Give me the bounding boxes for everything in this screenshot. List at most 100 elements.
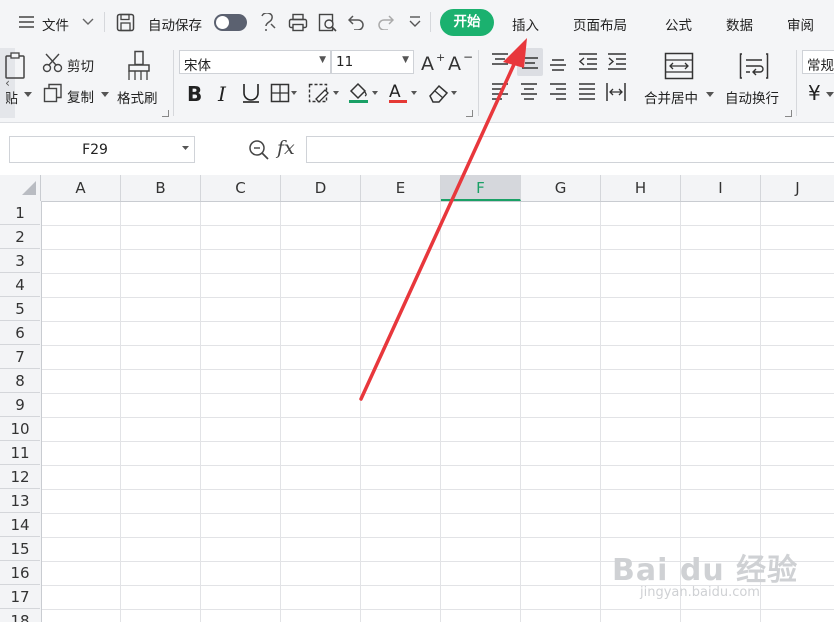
hamburger-menu-icon[interactable] xyxy=(18,15,35,29)
font-dialog-launcher[interactable] xyxy=(466,110,473,117)
currency-format-button[interactable]: ¥ xyxy=(808,81,821,105)
clipboard-dialog-launcher[interactable] xyxy=(162,110,169,117)
row-header[interactable]: 5 xyxy=(0,297,40,321)
tab-formulas[interactable]: 公式 xyxy=(665,14,692,34)
row-header[interactable]: 9 xyxy=(0,393,40,417)
cell-reference: F29 xyxy=(82,142,108,158)
increase-font-size-icon[interactable]: A + xyxy=(421,52,445,72)
row-header[interactable]: 1 xyxy=(0,201,40,225)
decrease-font-size-icon[interactable]: A − xyxy=(448,52,472,72)
wrap-text-icon[interactable] xyxy=(739,52,769,80)
zoom-search-icon[interactable] xyxy=(248,139,270,161)
paste-icon[interactable] xyxy=(0,50,28,80)
redo-icon[interactable] xyxy=(376,14,394,30)
align-middle-button[interactable] xyxy=(517,48,543,76)
tab-review[interactable]: 审阅 xyxy=(787,14,814,34)
align-center-icon[interactable] xyxy=(519,82,539,102)
cell-style-icon[interactable] xyxy=(308,83,342,103)
clear-format-icon[interactable] xyxy=(427,82,461,104)
increase-indent-icon[interactable] xyxy=(606,52,628,72)
tab-page-layout[interactable]: 页面布局 xyxy=(573,14,627,34)
file-menu[interactable]: 文件 xyxy=(42,14,69,34)
align-left-icon[interactable] xyxy=(490,82,510,102)
svg-text:A: A xyxy=(421,53,434,72)
row-header[interactable]: 16 xyxy=(0,561,40,585)
wrap-text-button[interactable]: 自动换行 xyxy=(725,87,779,107)
chevron-down-icon[interactable] xyxy=(182,146,189,151)
number-format-select[interactable]: 常规 xyxy=(802,50,834,74)
decrease-indent-icon[interactable] xyxy=(577,52,599,72)
column-header-e[interactable]: E xyxy=(361,175,441,201)
font-size-select[interactable]: 11 ▼ xyxy=(331,50,414,74)
align-top-icon[interactable] xyxy=(490,52,510,72)
italic-icon[interactable]: I xyxy=(216,82,232,104)
undo-icon[interactable] xyxy=(348,14,366,30)
underline-icon[interactable] xyxy=(241,82,261,104)
tab-insert[interactable]: 插入 xyxy=(512,14,539,34)
column-header-a[interactable]: A xyxy=(41,175,121,201)
align-right-icon[interactable] xyxy=(548,82,568,102)
row-header[interactable]: 18 xyxy=(0,609,40,622)
row-header[interactable]: 11 xyxy=(0,441,40,465)
copy-button[interactable]: 复制 xyxy=(67,86,94,106)
chevron-down-icon[interactable] xyxy=(82,17,94,27)
distributed-align-icon[interactable] xyxy=(605,82,627,102)
column-header-c[interactable]: C xyxy=(201,175,281,201)
autosave-label: 自动保存 xyxy=(148,18,202,34)
scissors-icon[interactable] xyxy=(42,53,64,73)
divider xyxy=(430,12,431,32)
column-header-f[interactable]: F xyxy=(441,175,521,201)
format-painter-icon[interactable] xyxy=(125,50,153,82)
merge-center-button[interactable]: 合并居中 xyxy=(644,87,698,107)
alignment-dialog-launcher[interactable] xyxy=(785,110,792,117)
row-header[interactable]: 6 xyxy=(0,321,40,345)
copy-icon[interactable] xyxy=(43,83,63,103)
align-bottom-icon[interactable] xyxy=(548,52,568,72)
column-header-g[interactable]: G xyxy=(521,175,601,201)
column-header-b[interactable]: B xyxy=(121,175,201,201)
merge-dropdown-icon[interactable] xyxy=(706,92,714,98)
bold-icon[interactable]: B xyxy=(186,82,204,104)
menu-bar: 文件 自动保存 开始 插入 页面布局 公式 数据 审阅 xyxy=(0,0,834,44)
font-color-icon[interactable]: A xyxy=(388,81,422,105)
name-box[interactable]: F29 xyxy=(9,136,195,163)
chevron-down-icon: ▼ xyxy=(319,55,326,65)
tab-data[interactable]: 数据 xyxy=(726,14,753,34)
column-header-d[interactable]: D xyxy=(281,175,361,201)
copy-dropdown-icon[interactable] xyxy=(101,92,109,98)
justify-icon[interactable] xyxy=(577,82,597,102)
select-all-button[interactable] xyxy=(0,175,41,201)
row-header[interactable]: 13 xyxy=(0,489,40,513)
row-header[interactable]: 3 xyxy=(0,249,40,273)
format-painter-button[interactable]: 格式刷 xyxy=(117,87,158,107)
row-header[interactable]: 12 xyxy=(0,465,40,489)
row-header[interactable]: 2 xyxy=(0,225,40,249)
row-header[interactable]: 8 xyxy=(0,369,40,393)
paste-label[interactable]: 粘贴 xyxy=(6,87,18,107)
row-header[interactable]: 4 xyxy=(0,273,40,297)
formula-input[interactable] xyxy=(306,136,834,163)
column-header-j[interactable]: J xyxy=(761,175,834,201)
font-name-select[interactable]: 宋体 ▼ xyxy=(179,50,331,74)
autosave-toggle[interactable] xyxy=(214,14,247,31)
print-icon[interactable] xyxy=(288,13,308,32)
paste-dropdown-icon[interactable] xyxy=(24,92,32,98)
function-wizard-button[interactable]: fx xyxy=(277,137,295,159)
fill-color-icon[interactable] xyxy=(347,81,381,105)
row-header[interactable]: 15 xyxy=(0,537,40,561)
save-icon[interactable] xyxy=(116,13,135,32)
borders-icon[interactable] xyxy=(270,83,298,103)
row-header[interactable]: 10 xyxy=(0,417,40,441)
currency-dropdown-icon[interactable] xyxy=(826,92,834,98)
merge-center-icon[interactable] xyxy=(664,52,694,80)
row-header[interactable]: 7 xyxy=(0,345,40,369)
row-header[interactable]: 14 xyxy=(0,513,40,537)
column-header-i[interactable]: I xyxy=(681,175,761,201)
cut-button[interactable]: 剪切 xyxy=(67,55,94,75)
format-icon[interactable] xyxy=(258,13,278,32)
tab-home[interactable]: 开始 xyxy=(440,9,494,36)
customize-toolbar-icon[interactable] xyxy=(408,16,422,28)
row-header[interactable]: 17 xyxy=(0,585,40,609)
column-header-h[interactable]: H xyxy=(601,175,681,201)
print-preview-icon[interactable] xyxy=(318,13,338,32)
